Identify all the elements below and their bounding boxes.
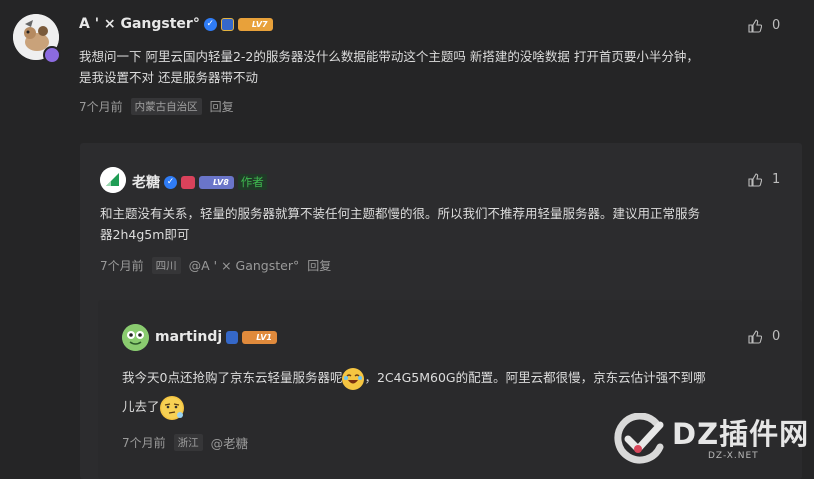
like-button[interactable]: 0: [748, 329, 780, 344]
comment-meta: 7个月前 浙江 @老糖: [122, 433, 248, 452]
comment-meta: 7个月前 四川 @A ' ⨯ Gangster° 回复: [100, 257, 331, 274]
level-badge: LV1: [242, 330, 277, 344]
reply-link[interactable]: 回复: [210, 98, 234, 115]
watermark-brand: DZ插件网: [672, 417, 810, 451]
like-button[interactable]: 0: [748, 18, 780, 33]
mention-link[interactable]: @A ' ⨯ Gangster°: [189, 258, 300, 273]
avatar[interactable]: [100, 167, 126, 193]
location-badge: 四川: [151, 257, 181, 274]
verified-icon: ✓: [203, 17, 217, 31]
like-count: 1: [772, 172, 781, 187]
comment-text-line: 是我设置不对 还是服务器带不动: [79, 70, 258, 85]
comment-text-segment: 儿去了: [122, 399, 160, 414]
like-count: 0: [772, 329, 781, 344]
watermark-logo-icon: [614, 413, 664, 464]
thumbs-up-icon: [748, 18, 762, 33]
user-badge-icon: [226, 330, 239, 344]
author-name[interactable]: A ' ⨯ Gangster°: [79, 16, 200, 32]
admin-badge-icon: [181, 175, 195, 189]
thumbs-up-icon: [748, 172, 762, 187]
location-badge: 内蒙古自治区: [130, 98, 202, 115]
comment-text-segment: ，2C4G5M60G的配置。阿里云都很慢，京东云估计强不到哪: [364, 370, 706, 385]
comment-text-segment: 我今天0点还抢购了京东云轻量服务器呢: [122, 370, 343, 385]
avatar-image: [122, 324, 149, 351]
comment-meta: 7个月前 内蒙古自治区 回复: [79, 98, 234, 115]
comment-text-line: 我想问一下 阿里云国内轻量2-2的服务器没什么数据能带动这个主题吗 新搭建的没啥…: [79, 49, 699, 64]
thinking-emoji-icon: [159, 395, 184, 420]
watermark-url: DZ-X.NET: [708, 451, 759, 461]
comment-header: martindj LV1: [155, 329, 277, 345]
avatar[interactable]: [122, 324, 149, 351]
thumbs-up-icon: [748, 329, 762, 344]
level-badge: LV8: [199, 175, 234, 189]
comment-text: 和主题没有关系，轻量的服务器就算不装任何主题都慢的很。所以我们不推荐用轻量服务器…: [100, 203, 780, 245]
comment-text-line: 器2h4g5m即可: [100, 227, 190, 242]
timestamp: 7个月前: [79, 100, 123, 114]
author-tag: 作者: [237, 174, 267, 190]
like-button[interactable]: 1: [748, 172, 780, 187]
avatar-badge-icon: [43, 46, 61, 64]
comment-text-line: 和主题没有关系，轻量的服务器就算不装任何主题都慢的很。所以我们不推荐用轻量服务器…: [100, 206, 701, 221]
author-name[interactable]: 老糖: [132, 172, 160, 192]
reply-link[interactable]: 回复: [307, 257, 331, 274]
timestamp: 7个月前: [122, 436, 166, 450]
like-count: 0: [772, 18, 781, 33]
verified-icon: ✓: [164, 175, 177, 189]
comment-text-line: 我今天0点还抢购了京东云轻量服务器呢 ，2C4G5M60G的配置。阿里云都很慢，京…: [122, 365, 782, 391]
comment-header: 老糖 ✓ LV8 作者: [132, 172, 267, 192]
medal-icon: [220, 17, 234, 31]
level-badge: LV7: [237, 17, 273, 31]
watermark: DZ插件网 DZ-X.NET: [612, 405, 808, 471]
laughing-emoji-icon: [342, 367, 365, 390]
author-name[interactable]: martindj: [155, 329, 222, 345]
comment-header: A ' ⨯ Gangster° ✓ LV7: [79, 16, 273, 32]
mention-link[interactable]: @老糖: [211, 433, 249, 452]
location-badge: 浙江: [173, 434, 203, 451]
avatar-image: [100, 167, 126, 193]
comment-text: 我想问一下 阿里云国内轻量2-2的服务器没什么数据能带动这个主题吗 新搭建的没啥…: [79, 46, 789, 88]
timestamp: 7个月前: [100, 259, 144, 273]
